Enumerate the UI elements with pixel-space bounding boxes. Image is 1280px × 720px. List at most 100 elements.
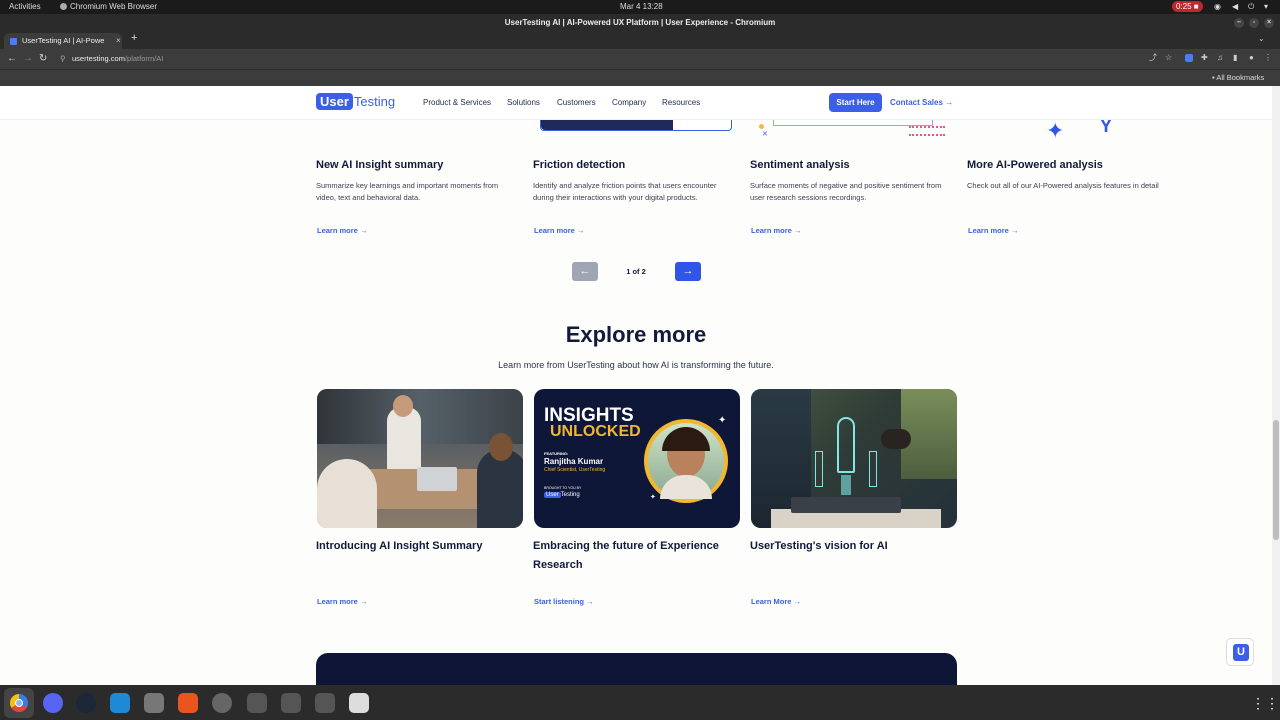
arrow-right-icon: →: [359, 597, 368, 606]
recording-indicator[interactable]: 0:25 ■: [1172, 1, 1203, 12]
ssd-icon[interactable]: [315, 693, 335, 713]
reload-icon[interactable]: ↻: [39, 53, 47, 64]
tab-label: UserTesting AI | AI-Powe: [22, 36, 105, 45]
carousel-prev-button[interactable]: ←: [572, 262, 598, 281]
system-menu-icon[interactable]: ▾: [1264, 2, 1268, 11]
back-icon[interactable]: ←: [7, 53, 17, 64]
minimize-icon[interactable]: –: [1234, 18, 1244, 28]
media-icon[interactable]: ♫: [1217, 54, 1225, 62]
card-image-meeting[interactable]: [317, 389, 523, 528]
app-name[interactable]: Chromium Web Browser: [70, 2, 157, 11]
feature-desc-3: Surface moments of negative and positive…: [750, 181, 942, 202]
window-title-bar: UserTesting AI | AI-Powered UX Platform …: [0, 14, 1280, 32]
activities-button[interactable]: Activities: [9, 2, 41, 11]
clock[interactable]: Mar 4 13:28: [620, 2, 663, 11]
vscode-icon[interactable]: [110, 693, 130, 713]
disk-icon-2[interactable]: [281, 693, 301, 713]
feature-title-2: Friction detection: [533, 159, 626, 171]
learn-more-label: Learn more: [968, 226, 1009, 235]
feature-learn-more-3[interactable]: Learn more →: [751, 226, 801, 235]
all-bookmarks[interactable]: ▪ All Bookmarks: [1212, 73, 1264, 82]
explore-card-title-1: Introducing AI Insight Summary: [316, 540, 483, 552]
profile-icon[interactable]: ●: [1249, 54, 1257, 62]
arrow-right-icon: →: [586, 597, 594, 606]
page-content: User Testing Product & Services Solutions…: [0, 86, 1272, 685]
menu-product-services[interactable]: Product & Services: [423, 98, 491, 107]
feature-title-4: More AI-Powered analysis: [967, 159, 1103, 171]
explore-subtitle: Learn more from UserTesting about how AI…: [498, 360, 774, 370]
all-bookmarks-label: All Bookmarks: [1216, 73, 1265, 82]
feature-learn-more-2[interactable]: Learn more →: [534, 226, 584, 235]
sidepanel-icon[interactable]: ▮: [1233, 54, 1241, 62]
url-path: /platform/AI: [124, 54, 164, 63]
tab-usertesting[interactable]: UserTesting AI | AI-Powe ×: [4, 33, 122, 49]
volume-icon[interactable]: ◀: [1232, 2, 1238, 11]
close-window-icon[interactable]: ×: [1264, 18, 1274, 28]
carousel-next-button[interactable]: →: [675, 262, 701, 281]
trash-icon[interactable]: [349, 693, 369, 713]
feature-desc-1: Summarize key learnings and important mo…: [316, 181, 499, 202]
bookmark-star-icon[interactable]: ☆: [1165, 54, 1173, 62]
bookmarks-bar: ▪ All Bookmarks: [0, 69, 1280, 86]
power-icon[interactable]: ⏻: [1248, 2, 1254, 12]
podcast-logo-user: User: [544, 492, 561, 498]
new-tab-icon[interactable]: +: [131, 32, 137, 44]
menu-resources[interactable]: Resources: [662, 98, 700, 107]
sparkle-icon: ✦: [650, 494, 656, 501]
explore-card-link-2[interactable]: Start listening →: [534, 597, 594, 606]
explore-card-link-3[interactable]: Learn More →: [751, 597, 801, 606]
tab-close-icon[interactable]: ×: [116, 33, 121, 49]
menu-solutions[interactable]: Solutions: [507, 98, 540, 107]
site-info-icon[interactable]: ⚲: [60, 51, 66, 67]
feature-desc-4: Check out all of our AI-Powered analysis…: [967, 181, 1159, 190]
arrow-right-icon: →: [793, 597, 802, 606]
app-center-icon[interactable]: [178, 693, 198, 713]
explore-card-link-1[interactable]: Learn more →: [317, 597, 367, 606]
menu-icon[interactable]: ⋮: [1264, 54, 1272, 62]
card-image-rocket[interactable]: [751, 389, 957, 528]
chat-widget-button[interactable]: U: [1226, 638, 1254, 666]
podcast-guest-name: Ranjitha Kumar: [544, 457, 604, 466]
files-icon[interactable]: [144, 693, 164, 713]
podcast-featuring: FEATURING:: [544, 451, 569, 456]
feature-image-3: ✕: [757, 120, 947, 138]
podcast-logo: User Testing: [544, 492, 580, 498]
menu-company[interactable]: Company: [612, 98, 646, 107]
learn-more-label: Learn More: [751, 597, 792, 606]
page-scrollbar[interactable]: [1272, 86, 1280, 685]
scrollbar-thumb[interactable]: [1273, 420, 1279, 540]
explore-card-title-2: Embracing the future of Experience Resea…: [533, 540, 719, 571]
explore-card-title-3: UserTesting's vision for AI: [750, 540, 888, 552]
sparkle-icon: ✦: [718, 415, 727, 426]
contact-sales-label: Contact Sales: [890, 98, 943, 107]
arrow-right-icon: →: [576, 226, 585, 235]
contact-sales-link[interactable]: Contact Sales →: [890, 98, 953, 107]
chromium-dock-active[interactable]: [4, 688, 34, 718]
share-icon[interactable]: ⤴: [1149, 54, 1157, 62]
steam-icon[interactable]: [76, 693, 96, 713]
extension-usertesting-icon[interactable]: [1185, 54, 1193, 62]
settings-icon[interactable]: [212, 693, 232, 713]
usertesting-logo[interactable]: User Testing: [316, 93, 395, 110]
start-here-button[interactable]: Start Here: [829, 93, 882, 112]
menu-customers[interactable]: Customers: [557, 98, 596, 107]
cta-banner: [316, 653, 957, 685]
network-icon[interactable]: ◉: [1214, 2, 1221, 11]
disk-icon-1[interactable]: [247, 693, 267, 713]
discord-icon[interactable]: [43, 693, 63, 713]
tab-search-icon[interactable]: ⌄: [1258, 34, 1265, 43]
os-top-bar: Activities Chromium Web Browser Mar 4 13…: [0, 0, 1280, 14]
arrow-right-icon: →: [945, 98, 954, 107]
feature-learn-more-4[interactable]: Learn more →: [968, 226, 1018, 235]
address-bar[interactable]: ⚲ usertesting.com/platform/AI: [58, 51, 1138, 67]
logo-user: User: [316, 93, 353, 110]
feature-learn-more-1[interactable]: Learn more →: [317, 226, 367, 235]
logo-testing: Testing: [353, 94, 396, 109]
forward-icon[interactable]: →: [23, 53, 33, 64]
site-header: User Testing Product & Services Solutions…: [0, 86, 1272, 120]
card-image-podcast[interactable]: INSIGHTS UNLOCKED FEATURING: Ranjitha Ku…: [534, 389, 740, 528]
show-apps-icon[interactable]: ⋮⋮: [1251, 693, 1279, 713]
maximize-icon[interactable]: ▫: [1249, 18, 1259, 28]
learn-more-label: Learn more: [534, 226, 575, 235]
extensions-icon[interactable]: ✚: [1201, 54, 1209, 62]
